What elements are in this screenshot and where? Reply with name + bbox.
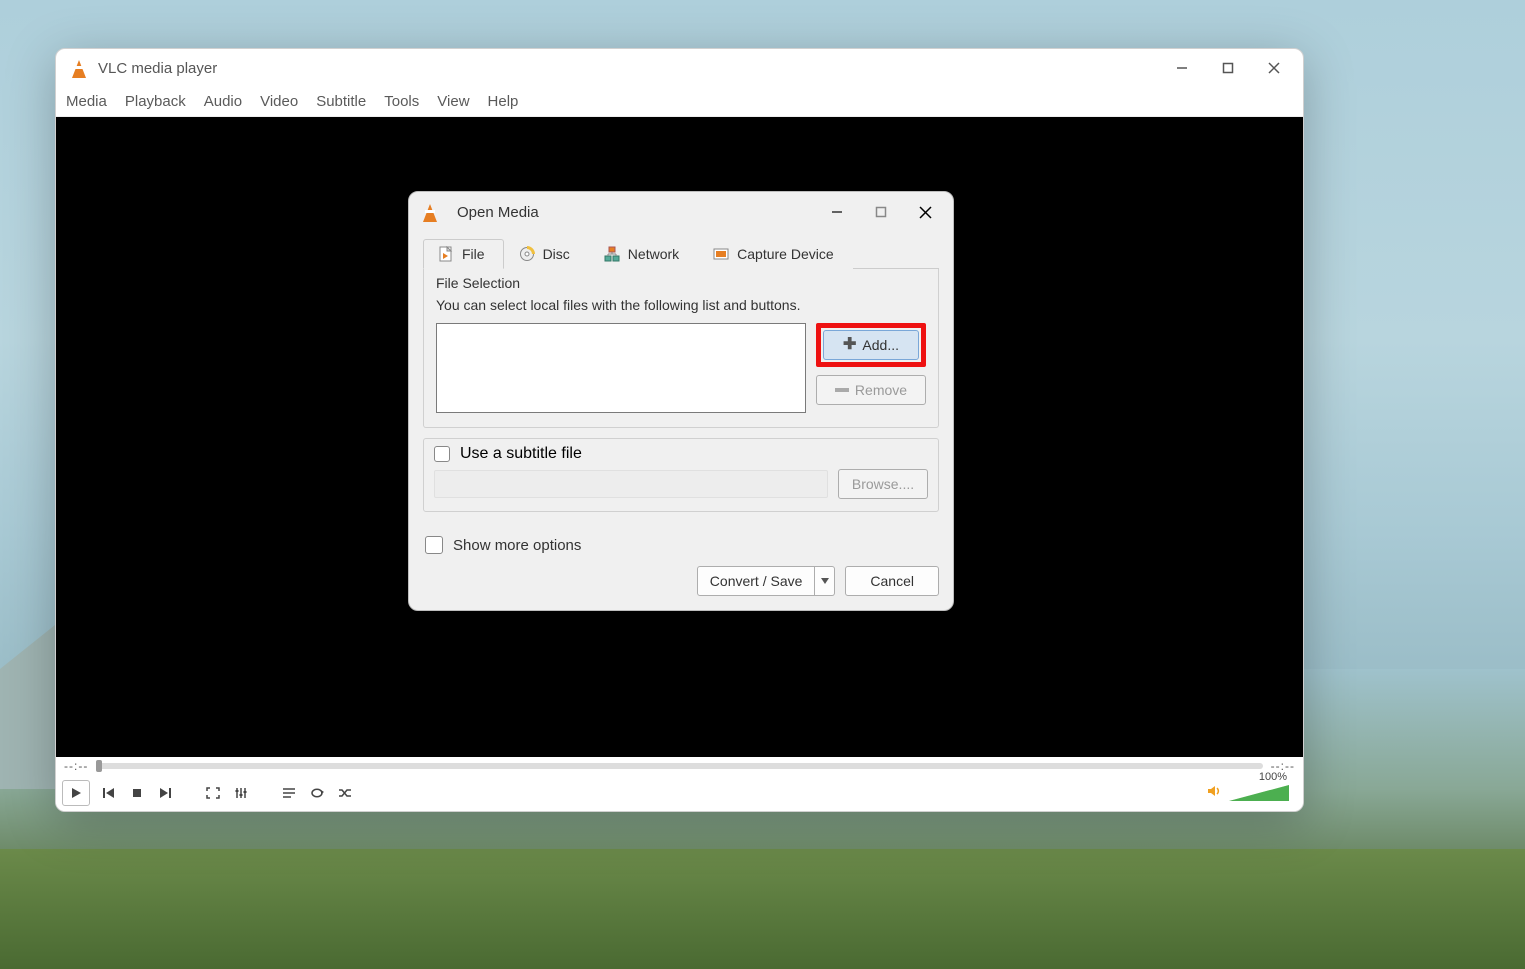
- browse-button-label: Browse....: [852, 476, 914, 492]
- tab-file[interactable]: File: [423, 239, 504, 269]
- vlc-logo-icon: [70, 58, 88, 78]
- dialog-tabs: File Disc Network Capture Device: [423, 238, 939, 269]
- main-window-title: VLC media player: [98, 60, 217, 77]
- cancel-label: Cancel: [870, 573, 914, 589]
- convert-save-label: Convert / Save: [710, 573, 803, 589]
- network-icon: [604, 246, 620, 262]
- cancel-button[interactable]: Cancel: [845, 566, 939, 596]
- stop-button[interactable]: [124, 781, 150, 805]
- maximize-button[interactable]: [1205, 50, 1251, 86]
- remove-button[interactable]: Remove: [816, 375, 926, 405]
- next-button[interactable]: [152, 781, 178, 805]
- show-more-checkbox[interactable]: [425, 536, 443, 554]
- show-more-label: Show more options: [453, 537, 581, 554]
- dialog-vlc-icon: [421, 202, 439, 222]
- convert-save-split-button: Convert / Save: [697, 566, 836, 596]
- dialog-titlebar: Open Media: [409, 192, 953, 232]
- show-more-row: Show more options: [425, 536, 937, 554]
- shuffle-button[interactable]: [332, 781, 358, 805]
- volume-area: 100%: [1207, 784, 1297, 803]
- fullscreen-button[interactable]: [200, 781, 226, 805]
- browse-subtitle-button[interactable]: Browse....: [838, 469, 928, 499]
- remove-button-label: Remove: [855, 382, 907, 398]
- menu-view[interactable]: View: [437, 93, 469, 110]
- use-subtitle-checkbox[interactable]: [434, 446, 450, 462]
- tab-file-label: File: [462, 246, 485, 262]
- menu-playback[interactable]: Playback: [125, 93, 186, 110]
- add-button[interactable]: ✚ Add...: [823, 330, 919, 360]
- main-titlebar: VLC media player: [56, 49, 1303, 87]
- time-elapsed[interactable]: --:--: [64, 759, 88, 773]
- file-selection-group: File Selection You can select local file…: [423, 269, 939, 428]
- dialog-maximize-button[interactable]: [859, 194, 903, 230]
- seek-bar-row: --:-- --:--: [56, 757, 1303, 775]
- background-grass: [0, 849, 1525, 969]
- volume-percent: 100%: [1259, 771, 1287, 783]
- tab-capture[interactable]: Capture Device: [698, 239, 853, 269]
- file-selection-title: File Selection: [436, 275, 926, 291]
- loop-button[interactable]: [304, 781, 330, 805]
- menu-video[interactable]: Video: [260, 93, 298, 110]
- add-button-label: Add...: [862, 337, 899, 353]
- player-controls: 100%: [56, 775, 1303, 811]
- tab-disc[interactable]: Disc: [504, 239, 589, 269]
- extended-settings-button[interactable]: [228, 781, 254, 805]
- main-menubar: Media Playback Audio Video Subtitle Tool…: [56, 87, 1303, 117]
- file-selection-help: You can select local files with the foll…: [436, 297, 926, 313]
- volume-slider[interactable]: 100%: [1229, 785, 1289, 801]
- convert-save-button[interactable]: Convert / Save: [697, 566, 816, 596]
- plus-icon: ✚: [843, 337, 856, 353]
- tab-network[interactable]: Network: [589, 239, 698, 269]
- capture-icon: [713, 246, 729, 262]
- main-window-controls: [1159, 50, 1297, 86]
- minimize-button[interactable]: [1159, 50, 1205, 86]
- seek-slider[interactable]: [96, 763, 1262, 769]
- tab-network-label: Network: [628, 246, 679, 262]
- minus-icon: [835, 388, 849, 392]
- dialog-close-button[interactable]: [903, 194, 947, 230]
- file-icon: [438, 246, 454, 262]
- menu-tools[interactable]: Tools: [384, 93, 419, 110]
- disc-icon: [519, 246, 535, 262]
- tab-disc-label: Disc: [543, 246, 570, 262]
- file-list[interactable]: [436, 323, 806, 413]
- dialog-title: Open Media: [457, 204, 539, 221]
- speaker-icon[interactable]: [1207, 784, 1223, 803]
- open-media-dialog: Open Media File Disc Network Capture Dev…: [408, 191, 954, 611]
- play-button[interactable]: [62, 780, 90, 806]
- menu-help[interactable]: Help: [488, 93, 519, 110]
- dialog-minimize-button[interactable]: [815, 194, 859, 230]
- add-button-highlight: ✚ Add...: [816, 323, 926, 367]
- playlist-button[interactable]: [276, 781, 302, 805]
- use-subtitle-label: Use a subtitle file: [460, 445, 582, 463]
- previous-button[interactable]: [96, 781, 122, 805]
- caret-down-icon: [821, 578, 829, 584]
- convert-save-dropdown[interactable]: [815, 566, 835, 596]
- menu-media[interactable]: Media: [66, 93, 107, 110]
- menu-audio[interactable]: Audio: [204, 93, 242, 110]
- subtitle-group: Use a subtitle file Browse....: [423, 438, 939, 512]
- close-button[interactable]: [1251, 50, 1297, 86]
- menu-subtitle[interactable]: Subtitle: [316, 93, 366, 110]
- tab-capture-label: Capture Device: [737, 246, 834, 262]
- subtitle-path-field: [434, 470, 828, 498]
- dialog-button-row: Convert / Save Cancel: [423, 566, 939, 596]
